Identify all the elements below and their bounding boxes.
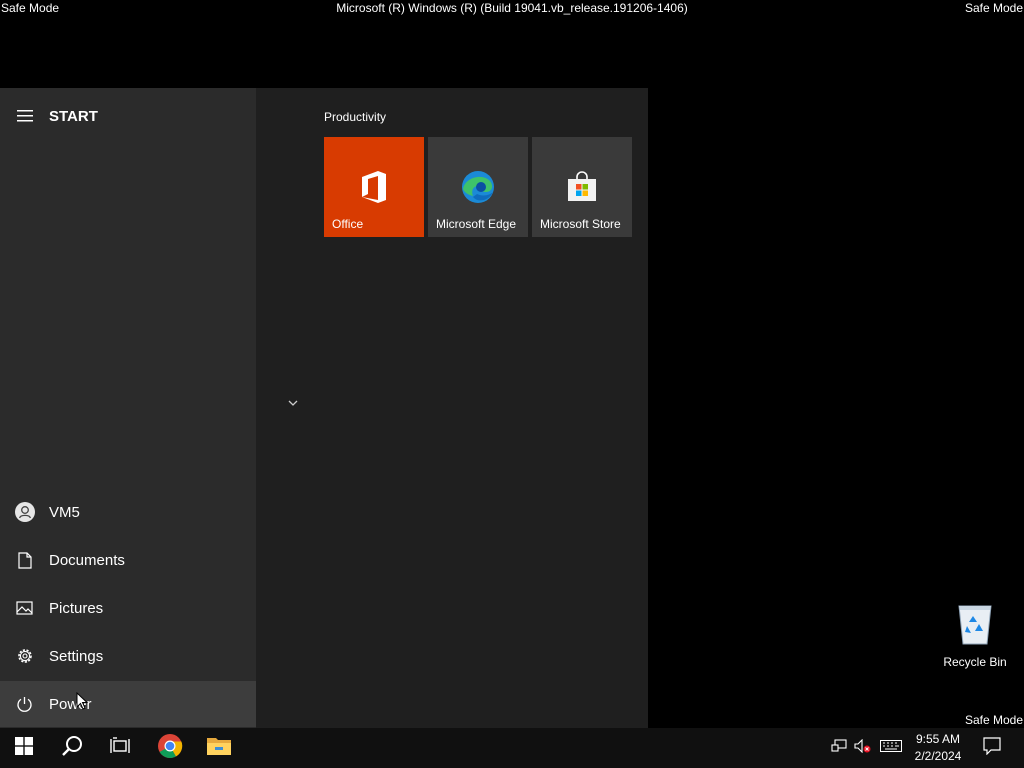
windows-start-icon bbox=[15, 736, 33, 760]
keyboard-icon bbox=[880, 739, 902, 757]
hamburger-menu-icon bbox=[0, 110, 49, 122]
chevron-down-icon[interactable] bbox=[287, 394, 299, 412]
start-menu-header-label: START bbox=[49, 107, 98, 125]
recycle-bin-desktop-icon[interactable]: Recycle Bin bbox=[938, 600, 1012, 669]
recycle-bin-icon bbox=[955, 605, 995, 650]
recycle-bin-label: Recycle Bin bbox=[943, 655, 1007, 669]
office-icon bbox=[354, 167, 394, 207]
settings-button[interactable]: Settings bbox=[0, 633, 256, 679]
gear-icon bbox=[0, 647, 49, 665]
tile-group-title: Productivity bbox=[324, 110, 387, 124]
clock-time: 9:55 AM bbox=[915, 732, 961, 746]
user-account-label: VM5 bbox=[49, 503, 80, 521]
mouse-cursor-icon bbox=[76, 691, 89, 715]
task-view-icon bbox=[110, 736, 130, 760]
network-tray-button[interactable] bbox=[828, 728, 850, 768]
edge-icon bbox=[458, 167, 498, 207]
documents-label: Documents bbox=[49, 551, 125, 569]
start-menu-left-pane: START VM5 Documents Pictures Settings Po… bbox=[0, 88, 256, 728]
start-menu-expand-button[interactable]: START bbox=[0, 93, 256, 139]
store-tile-label: Microsoft Store bbox=[540, 217, 621, 231]
user-account-button[interactable]: VM5 bbox=[0, 489, 256, 535]
taskbar: 9:55 AM 2/2/2024 bbox=[0, 728, 1024, 768]
edge-tile-label: Microsoft Edge bbox=[436, 217, 517, 231]
action-center-button[interactable] bbox=[976, 728, 1008, 768]
store-icon bbox=[562, 167, 602, 207]
start-menu: START VM5 Documents Pictures Settings Po… bbox=[0, 88, 648, 728]
chrome-taskbar-button[interactable] bbox=[146, 728, 194, 768]
power-button[interactable]: Power bbox=[0, 681, 256, 727]
file-explorer-taskbar-button[interactable] bbox=[195, 728, 243, 768]
pictures-icon bbox=[0, 601, 49, 615]
office-tile-label: Office bbox=[332, 217, 364, 231]
keyboard-tray-button[interactable] bbox=[876, 728, 906, 768]
clock-date: 2/2/2024 bbox=[914, 749, 962, 763]
documents-button[interactable]: Documents bbox=[0, 537, 256, 583]
build-info-text: Microsoft (R) Windows (R) (Build 19041.v… bbox=[336, 1, 688, 15]
volume-muted-icon bbox=[854, 738, 872, 758]
search-icon bbox=[61, 735, 83, 762]
file-explorer-icon bbox=[206, 735, 232, 762]
volume-tray-button[interactable] bbox=[852, 728, 874, 768]
edge-tile[interactable]: Microsoft Edge bbox=[428, 137, 528, 237]
safe-mode-label-bottom-right: Safe Mode bbox=[964, 713, 1023, 727]
store-tile[interactable]: Microsoft Store bbox=[532, 137, 632, 237]
pictures-label: Pictures bbox=[49, 599, 104, 617]
start-button[interactable] bbox=[0, 728, 48, 768]
office-tile[interactable]: Office bbox=[324, 137, 424, 237]
user-icon bbox=[0, 502, 49, 522]
search-button[interactable] bbox=[48, 728, 96, 768]
power-icon bbox=[0, 696, 49, 713]
task-view-button[interactable] bbox=[96, 728, 144, 768]
network-icon bbox=[831, 738, 847, 758]
settings-label: Settings bbox=[49, 647, 104, 665]
notifications-icon bbox=[983, 736, 1001, 760]
chrome-icon bbox=[157, 733, 183, 764]
taskbar-clock[interactable]: 9:55 AM 2/2/2024 bbox=[909, 731, 967, 765]
pictures-button[interactable]: Pictures bbox=[0, 585, 256, 631]
document-icon bbox=[0, 551, 49, 569]
safe-mode-label-top-right: Safe Mode bbox=[964, 1, 1023, 15]
